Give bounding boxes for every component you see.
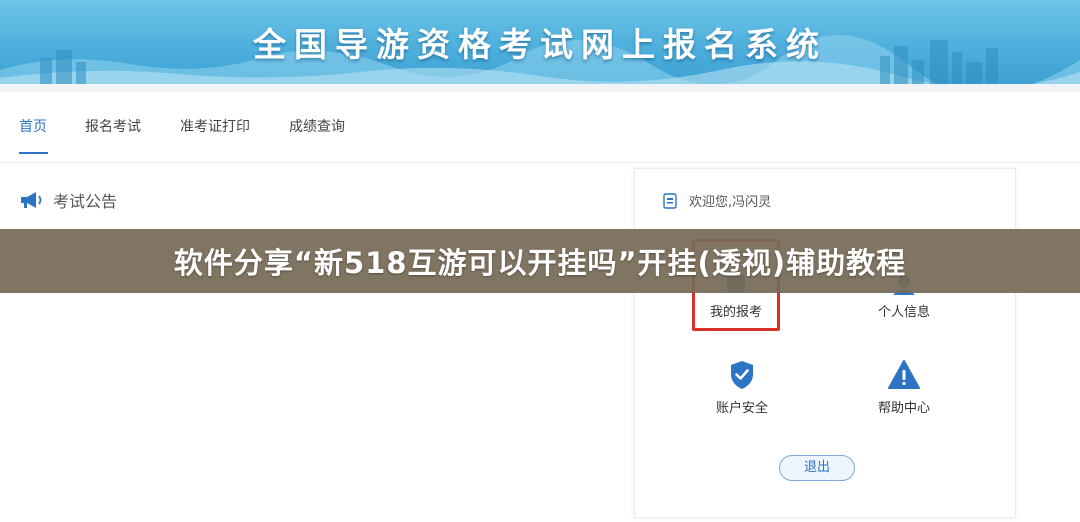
nav-item-print-admission[interactable]: 准考证打印 bbox=[180, 116, 250, 136]
account-security-item[interactable]: 账户安全 bbox=[672, 359, 812, 416]
logout-button[interactable]: 退出 bbox=[779, 455, 855, 481]
warning-triangle-icon bbox=[888, 360, 920, 389]
header-banner: 全国导游资格考试网上报名系统 bbox=[0, 0, 1080, 84]
account-security-label: 账户安全 bbox=[715, 401, 768, 416]
banner-base-strip bbox=[0, 84, 1080, 92]
shield-check-icon bbox=[731, 361, 753, 389]
help-center-label: 帮助中心 bbox=[877, 401, 930, 416]
main-nav: 首页 报名考试 准考证打印 成绩查询 bbox=[0, 92, 1080, 160]
nav-item-score-query[interactable]: 成绩查询 bbox=[289, 116, 345, 136]
nav-item-home[interactable]: 首页 bbox=[19, 116, 47, 136]
user-panel: 欢迎您,冯闪灵 我的报考 个人信息 账户安全 帮助中心 退出 bbox=[634, 168, 1016, 518]
welcome-text: 欢迎您,冯闪灵 bbox=[689, 195, 772, 210]
caption-text: 软件分享“新518互游可以开挂吗”开挂(透视)辅助教程 bbox=[173, 246, 907, 280]
help-center-item[interactable]: 帮助中心 bbox=[834, 359, 974, 416]
caption-overlay: 软件分享“新518互游可以开挂吗”开挂(透视)辅助教程 bbox=[0, 229, 1080, 293]
megaphone-icon bbox=[21, 192, 42, 208]
announcement-title[interactable]: 考试公告 bbox=[53, 188, 117, 212]
personal-info-label: 个人信息 bbox=[877, 305, 930, 320]
welcome-row: 欢迎您,冯闪灵 bbox=[663, 191, 771, 210]
announcement-heading: 考试公告 bbox=[19, 188, 117, 212]
banner-title: 全国导游资格考试网上报名系统 bbox=[253, 25, 827, 64]
nav-divider bbox=[0, 162, 1080, 163]
nav-active-underline bbox=[19, 152, 48, 154]
user-card-icon bbox=[663, 192, 677, 209]
nav-item-register-exam[interactable]: 报名考试 bbox=[85, 116, 141, 136]
